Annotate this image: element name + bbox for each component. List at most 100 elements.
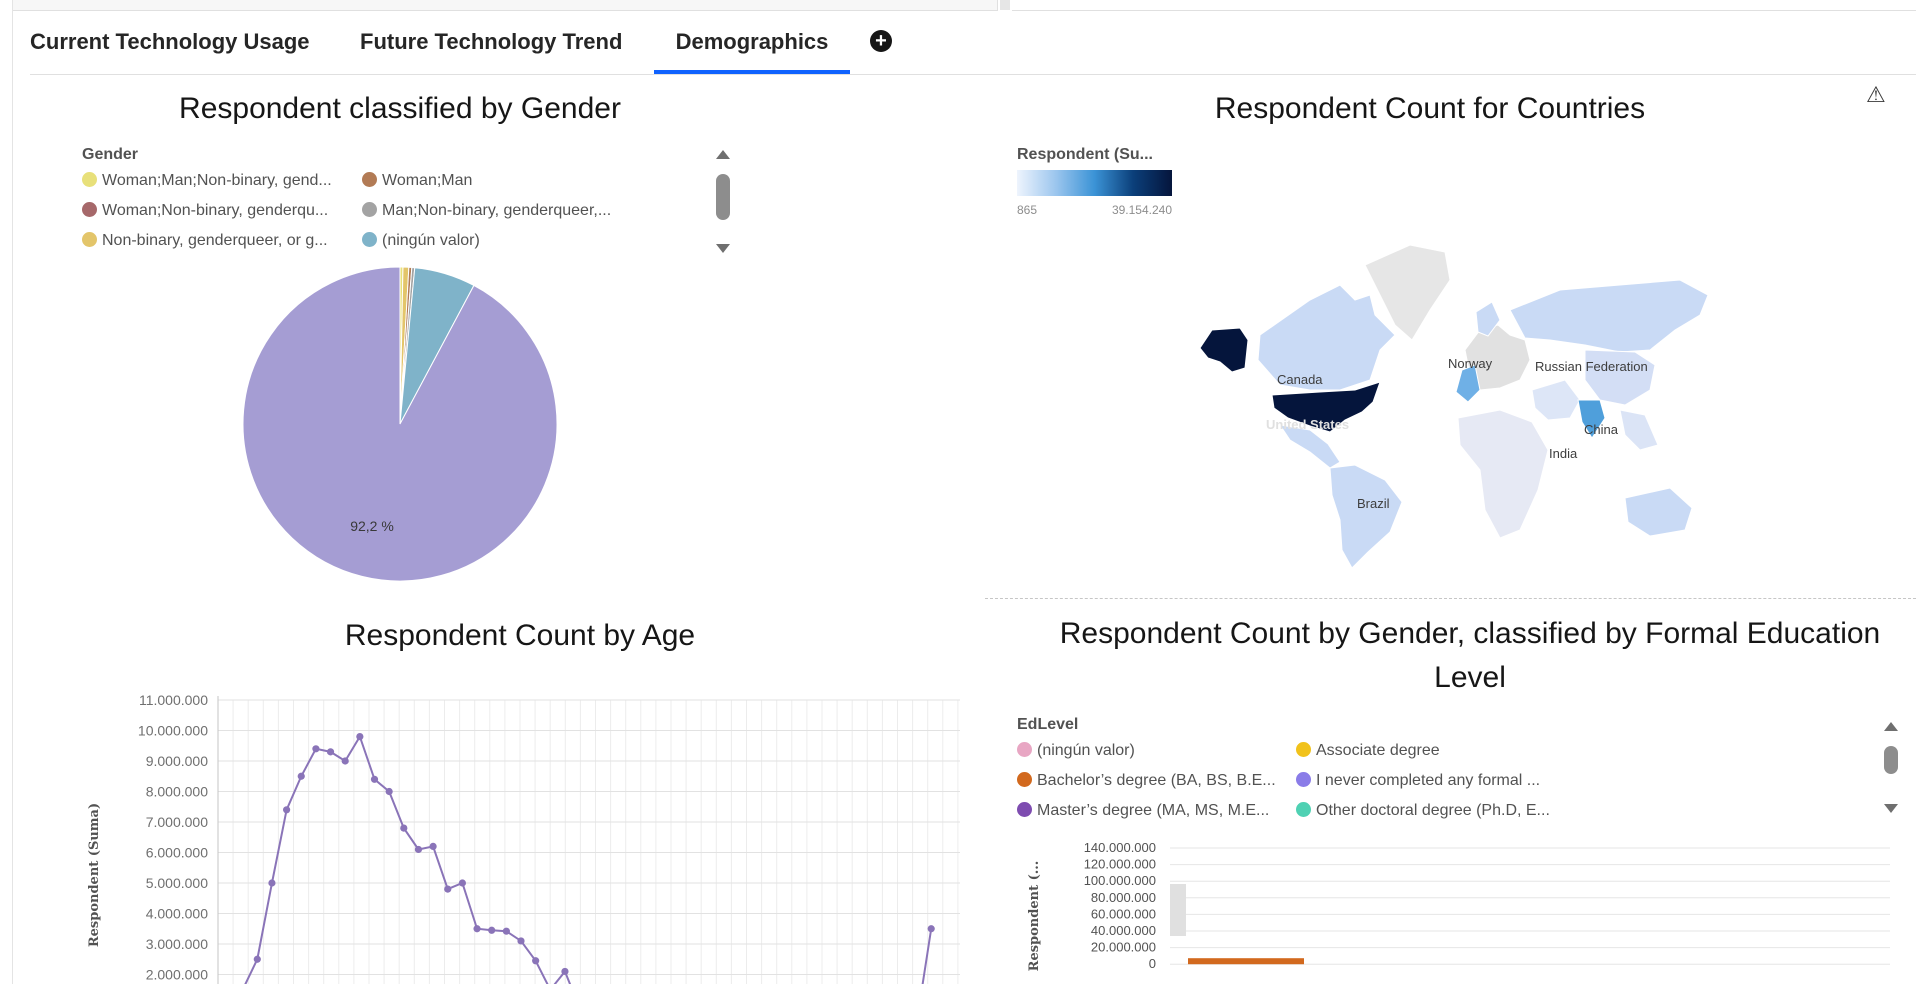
map-region-russia[interactable] bbox=[1509, 279, 1709, 353]
map-label-united-states: United States bbox=[1266, 417, 1349, 432]
age-data-point[interactable] bbox=[429, 842, 437, 850]
y-tick-label: 10.000.000 bbox=[138, 723, 208, 739]
countries-legend-title: Respondent (Su... bbox=[1017, 146, 1153, 163]
legend-item[interactable]: Non-binary, genderqueer, or g... bbox=[82, 232, 328, 250]
y-tick-label: 4.000.000 bbox=[146, 906, 208, 922]
world-map: Canada United States Norway Russian Fede… bbox=[1199, 244, 1709, 569]
age-data-point[interactable] bbox=[561, 967, 569, 976]
y-tick-label: 7.000.000 bbox=[146, 814, 208, 830]
scroll-thumb[interactable] bbox=[716, 174, 730, 220]
warning-icon[interactable]: ⚠ bbox=[1866, 82, 1886, 108]
legend-label: Woman;Man;Non-binary, gend... bbox=[102, 172, 332, 189]
scroll-thumb[interactable] bbox=[1884, 746, 1898, 774]
tab-future-technology-trend[interactable]: Future Technology Trend bbox=[360, 14, 622, 74]
scroll-left-handle[interactable] bbox=[1170, 884, 1186, 936]
tab-current-technology-usage[interactable]: Current Technology Usage bbox=[30, 14, 310, 74]
legend-dot bbox=[1296, 802, 1311, 817]
edu-bar[interactable] bbox=[1188, 958, 1304, 965]
legend-label: Master’s degree (MA, MS, M.E... bbox=[1037, 802, 1270, 819]
age-data-point[interactable] bbox=[473, 925, 481, 933]
y-tick-label: 8.000.000 bbox=[146, 784, 208, 800]
y-tick-label: 80.000.000 bbox=[1091, 890, 1156, 905]
age-data-point[interactable] bbox=[297, 772, 305, 780]
legend-dot bbox=[1296, 772, 1311, 787]
scroll-down-icon[interactable] bbox=[716, 244, 730, 253]
y-tick-label: 9.000.000 bbox=[146, 753, 208, 769]
map-label-india: India bbox=[1549, 446, 1578, 461]
map-label-china: China bbox=[1584, 422, 1619, 437]
age-data-point[interactable] bbox=[356, 733, 364, 741]
age-data-point[interactable] bbox=[385, 787, 393, 796]
legend-item[interactable]: Associate degree bbox=[1296, 742, 1440, 760]
scroll-up-icon[interactable] bbox=[716, 150, 730, 159]
age-data-point[interactable] bbox=[458, 879, 466, 887]
age-data-point[interactable] bbox=[502, 927, 510, 935]
legend-dot bbox=[1017, 772, 1032, 787]
age-data-point[interactable] bbox=[488, 926, 496, 934]
scale-max-label: 39.154.240 bbox=[1111, 203, 1172, 217]
scroll-up-icon[interactable] bbox=[1884, 722, 1898, 731]
panel-divider bbox=[985, 598, 1916, 599]
top-strip bbox=[0, 0, 1916, 12]
y-tick-label: 2.000.000 bbox=[146, 967, 208, 983]
legend-item[interactable]: I never completed any formal ... bbox=[1296, 772, 1540, 790]
tab-demographics[interactable]: Demographics bbox=[654, 14, 850, 74]
gender-pie-chart: 92,2 % bbox=[242, 266, 558, 582]
map-region-africa[interactable] bbox=[1457, 409, 1549, 539]
y-tick-label: 3.000.000 bbox=[146, 936, 208, 952]
map-region-middle-east[interactable] bbox=[1531, 379, 1581, 421]
map-label-russian-federation: Russian Federation bbox=[1535, 359, 1648, 374]
legend-item[interactable]: (ningún valor) bbox=[1017, 742, 1135, 760]
legend-item[interactable]: Master’s degree (MA, MS, M.E... bbox=[1017, 802, 1269, 820]
map-region-south-america[interactable] bbox=[1329, 464, 1403, 569]
age-data-point[interactable] bbox=[400, 824, 408, 832]
y-tick-label: 120.000.000 bbox=[1084, 857, 1156, 872]
age-data-point[interactable] bbox=[927, 925, 935, 933]
legend-item[interactable]: Man;Non-binary, genderqueer,... bbox=[362, 202, 611, 220]
y-axis-label: Respondent (... bbox=[1027, 861, 1042, 972]
countries-chart-title: Respondent Count for Countries bbox=[1214, 92, 1646, 125]
legend-item[interactable]: (ningún valor) bbox=[362, 232, 480, 250]
legend-label: (ningún valor) bbox=[1037, 742, 1135, 759]
scroll-down-icon[interactable] bbox=[1884, 804, 1898, 813]
age-data-point[interactable] bbox=[532, 957, 540, 965]
age-data-point[interactable] bbox=[312, 745, 320, 753]
y-tick-label: 0 bbox=[1149, 956, 1156, 971]
legend-item[interactable]: Bachelor’s degree (BA, BS, B.E... bbox=[1017, 772, 1276, 790]
map-label-canada: Canada bbox=[1277, 372, 1323, 387]
legend-dot bbox=[82, 172, 97, 187]
top-strip-left bbox=[12, 0, 998, 11]
map-label-brazil: Brazil bbox=[1357, 496, 1390, 511]
edu-legend-title: EdLevel bbox=[1017, 716, 1079, 733]
y-tick-label: 140.000.000 bbox=[1084, 840, 1156, 855]
color-scale-bar bbox=[1017, 170, 1172, 196]
legend-item[interactable]: Other doctoral degree (Ph.D, E... bbox=[1296, 802, 1550, 820]
age-data-point[interactable] bbox=[268, 879, 276, 887]
edu-legend-scrollbar[interactable] bbox=[1880, 722, 1900, 822]
age-data-point[interactable] bbox=[326, 748, 335, 756]
age-data-point[interactable] bbox=[517, 937, 525, 945]
gender-legend-scrollbar[interactable] bbox=[712, 150, 732, 260]
age-data-point[interactable] bbox=[370, 775, 379, 783]
edu-chart-title: Respondent Count by Gender, classified b… bbox=[1059, 617, 1881, 694]
gender-legend-title: Gender bbox=[82, 146, 139, 163]
age-series-line bbox=[244, 734, 933, 984]
age-data-point[interactable] bbox=[253, 955, 261, 963]
age-line-chart: 11.000.000 10.000.000 9.000.000 8.000.000 7.… bbox=[87, 692, 960, 984]
age-data-point[interactable] bbox=[341, 757, 349, 765]
legend-item[interactable]: Woman;Man;Non-binary, gend... bbox=[82, 172, 332, 190]
legend-item[interactable]: Woman;Man bbox=[362, 172, 472, 190]
tab-bar: Current Technology Usage Future Technolo… bbox=[30, 14, 1916, 75]
map-region-australia[interactable] bbox=[1624, 487, 1693, 537]
plus-circle-icon[interactable]: + bbox=[870, 30, 892, 52]
map-region-alaska[interactable] bbox=[1199, 327, 1249, 373]
pie-data-label: 92,2 % bbox=[350, 518, 394, 534]
legend-dot bbox=[1017, 742, 1032, 757]
age-data-point[interactable] bbox=[414, 845, 423, 854]
legend-item[interactable]: Woman;Non-binary, genderqu... bbox=[82, 202, 328, 220]
age-data-point[interactable] bbox=[283, 806, 291, 814]
age-data-point[interactable] bbox=[444, 885, 452, 893]
map-region-southeast-asia[interactable] bbox=[1619, 409, 1659, 451]
pie-slice[interactable] bbox=[242, 266, 558, 582]
top-strip-splitter[interactable] bbox=[1000, 0, 1010, 10]
